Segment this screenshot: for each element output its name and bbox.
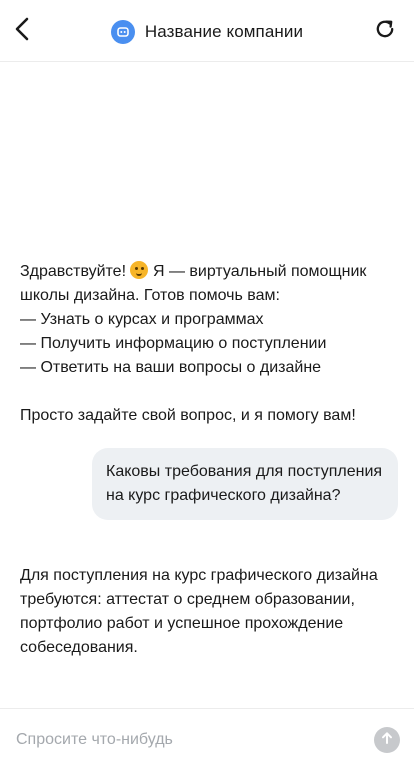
header-title-group: Название компании: [0, 18, 414, 46]
arrow-up-icon: [380, 731, 394, 750]
greeting-list-item: — Ответить на ваши вопросы о дизайне: [20, 359, 322, 376]
greeting-list-item: — Узнать о курсах и программах: [20, 311, 264, 328]
header: Название компании: [0, 0, 414, 62]
refresh-button[interactable]: [370, 16, 400, 46]
bot-message-greeting: Здравствуйте! Я — виртуальный помощник ш…: [20, 260, 398, 428]
greeting-closing: Просто задайте свой вопрос, и я помогу в…: [20, 407, 356, 424]
bot-icon: [110, 20, 135, 44]
send-button[interactable]: [374, 727, 400, 753]
refresh-icon: [374, 18, 396, 45]
message-composer: [0, 708, 414, 770]
page-title: Название компании: [144, 22, 304, 41]
greeting-line-1: Здравствуйте! Я — виртуальный помощник: [20, 261, 367, 280]
user-message-bubble: Каковы требования для поступления на кур…: [92, 448, 398, 520]
hugging-face-emoji-icon: [130, 261, 149, 279]
greeting-line-2: школы дизайна. Готов помочь вам:: [20, 287, 280, 304]
chat-screen: Название компании Здравствуйте! Я — вирт…: [0, 0, 414, 770]
message-input[interactable]: [16, 723, 356, 757]
greeting-list-item: — Получить информацию о поступлении: [20, 335, 327, 352]
bot-message-answer: Для поступления на курс графического диз…: [20, 567, 378, 656]
